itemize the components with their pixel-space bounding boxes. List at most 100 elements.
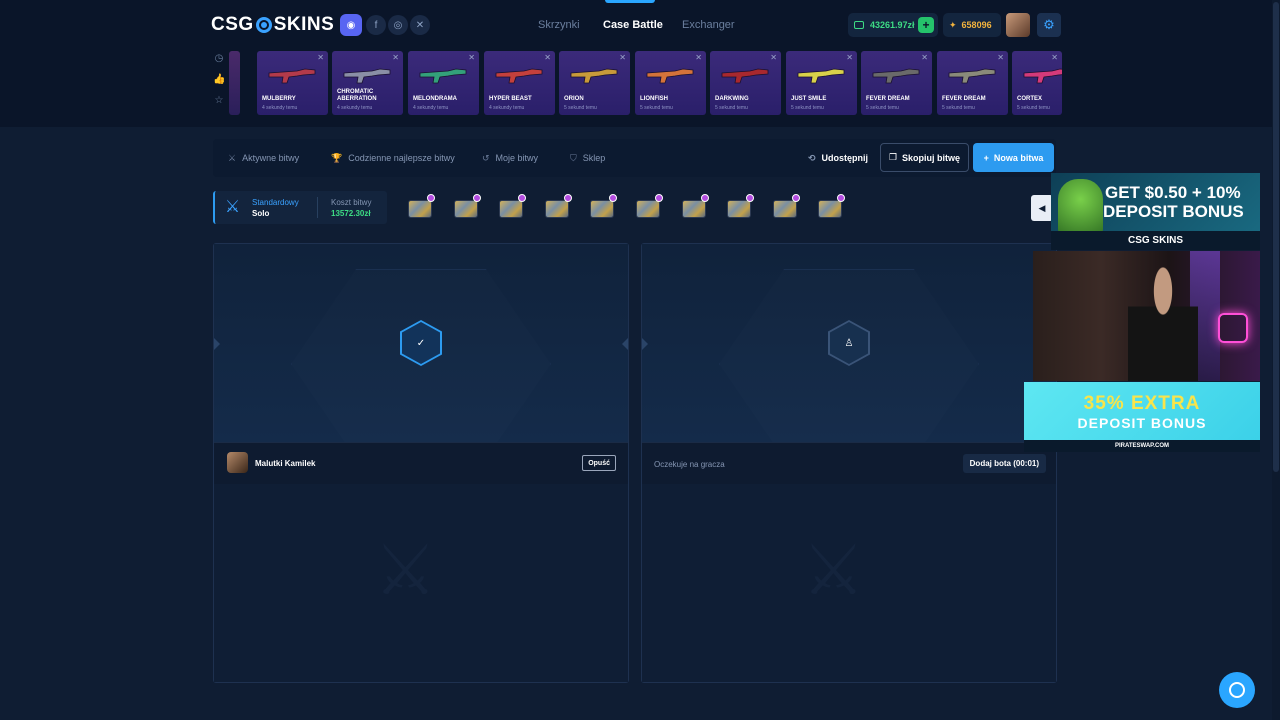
tab-label: Codzienne najlepsze bitwy	[348, 153, 455, 163]
close-icon[interactable]: ✕	[695, 53, 702, 62]
drop-card[interactable]: ✕ FEVER DREAM 5 sekund temu	[861, 51, 932, 115]
nav-exchanger[interactable]: Exchanger	[682, 19, 735, 31]
x-twitter-icon[interactable]: ✕	[410, 15, 430, 35]
drop-skin-name: JUST SMILE	[791, 96, 827, 102]
collapse-arrow-button[interactable]: ◀	[1031, 195, 1053, 221]
gear-icon[interactable]: ⚙	[1037, 13, 1061, 37]
case-item[interactable]	[453, 194, 481, 220]
weapon-image	[419, 68, 467, 84]
copy-battle-button[interactable]: ❐ Skopiuj bitwę	[880, 143, 969, 172]
add-bot-button[interactable]: Dodaj bota (00:01)	[962, 454, 1046, 473]
drop-card[interactable]: ✕ HYPER BEAST 4 sekundy temu	[484, 51, 555, 115]
player-name: Malutki Kamilek	[255, 459, 316, 468]
drop-card[interactable]: ✕ CHROMATIC ABERRATION 4 sekundy temu	[332, 51, 403, 115]
close-icon[interactable]: ✕	[468, 53, 475, 62]
nav-case-battle[interactable]: Case Battle	[603, 19, 663, 31]
drop-time: 5 sekund temu	[564, 105, 597, 111]
case-item[interactable]	[635, 194, 663, 220]
leave-button[interactable]: Opuść	[582, 455, 616, 471]
drop-skin-name: MELONDRAMA	[413, 96, 457, 102]
drop-card[interactable]: ✕ MELONDRAMA 4 sekundy temu	[408, 51, 479, 115]
clock-icon[interactable]: ◷	[213, 53, 225, 74]
close-icon[interactable]: ✕	[544, 53, 551, 62]
close-icon[interactable]: ✕	[392, 53, 399, 62]
star-icon[interactable]: ☆	[213, 95, 225, 116]
close-icon[interactable]: ✕	[1051, 53, 1058, 62]
close-icon[interactable]: ✕	[921, 53, 928, 62]
coins-display[interactable]: ✦ 658096	[943, 13, 1001, 37]
case-image	[590, 200, 615, 218]
slot-1-player-bar: Malutki Kamilek Opuść	[214, 442, 628, 484]
scrollbar[interactable]	[1272, 0, 1280, 720]
tab-my-battles[interactable]: ↺ Moje bitwy	[482, 153, 538, 164]
case-item[interactable]	[817, 194, 846, 220]
case-item[interactable]	[544, 194, 572, 220]
user-avatar[interactable]	[1006, 13, 1030, 37]
neon-sign	[1218, 313, 1248, 343]
discord-icon[interactable]: ◉	[340, 14, 362, 36]
case-badge	[791, 194, 800, 202]
chat-bubble-icon[interactable]	[1219, 672, 1255, 708]
case-item[interactable]	[681, 194, 709, 220]
close-icon[interactable]: ✕	[997, 53, 1004, 62]
close-icon[interactable]: ✕	[317, 53, 324, 62]
weapon-image	[343, 68, 391, 84]
tab-active-battles[interactable]: ⚔ Aktywne bitwy	[228, 153, 299, 164]
case-item[interactable]	[772, 194, 800, 220]
nav-cases[interactable]: Skrzynki	[538, 19, 580, 31]
slot-2-drops: ⚔	[642, 484, 1056, 682]
weapon-image	[1023, 68, 1062, 84]
drop-card[interactable]: ✕ MULBERRY 4 sekundy temu	[257, 51, 328, 115]
tab-shop[interactable]: ⛉ Sklep	[570, 153, 605, 164]
weapon-image	[872, 68, 920, 84]
facebook-icon[interactable]: f	[366, 15, 386, 35]
drop-card[interactable]: ✕ CORTEX 5 sekund temu	[1012, 51, 1062, 115]
balance-value: 43261.97zł	[870, 20, 915, 30]
drop-card[interactable]: ✕ ORION 5 sekund temu	[559, 51, 630, 115]
waiting-text: Oczekuje na gracza	[654, 460, 725, 469]
drop-skin-name: ORION	[564, 96, 584, 102]
case-item[interactable]	[498, 194, 527, 220]
instagram-icon[interactable]: ◎	[388, 15, 408, 35]
balance-display[interactable]: 43261.97zł +	[848, 13, 938, 37]
case-badge	[700, 194, 709, 202]
close-icon[interactable]: ✕	[846, 53, 853, 62]
case-item[interactable]	[726, 194, 755, 220]
drop-card[interactable]: ✕ DARKWING 5 sekund temu	[710, 51, 781, 115]
case-item[interactable]	[589, 194, 618, 220]
drop-card[interactable]: ✕ LIONFISH 5 sekund temu	[635, 51, 706, 115]
new-battle-button[interactable]: + Nowa bitwa	[973, 143, 1054, 172]
basket-icon: ⛉	[570, 153, 577, 163]
swords-icon: ⚔	[228, 153, 237, 163]
close-icon[interactable]: ✕	[619, 53, 626, 62]
case-item[interactable]	[407, 194, 435, 220]
drop-time: 5 sekund temu	[866, 105, 899, 111]
drop-time: 4 sekundy temu	[337, 105, 373, 111]
weapon-image	[797, 68, 845, 84]
drop-time: 5 sekund temu	[942, 105, 975, 111]
drop-card[interactable]: ✕ FEVER DREAM 5 sekund temu	[937, 51, 1008, 115]
tab-daily-best[interactable]: 🏆 Codzienne najlepsze bitwy	[331, 153, 455, 164]
mascot-image	[1058, 179, 1103, 237]
player-slot-2: ♙ Oczekuje na gracza Dodaj bota (00:01) …	[641, 243, 1057, 683]
drop-time: 5 sekund temu	[791, 105, 824, 111]
ad2-line-2: DEPOSIT BONUS	[1077, 415, 1207, 431]
drop-card[interactable]: ✕ JUST SMILE 5 sekund temu	[786, 51, 857, 115]
tab-label: Aktywne bitwy	[242, 153, 300, 163]
case-badge	[609, 194, 618, 202]
crossed-swords-icon: ⚔	[225, 197, 241, 216]
player-avatar	[227, 452, 248, 473]
share-button[interactable]: ⟲ Udostępnij	[808, 153, 868, 164]
weapon-image	[268, 68, 316, 84]
thumbs-up-icon[interactable]: 👍	[213, 74, 225, 95]
share-icon: ⟲	[808, 153, 816, 163]
logo[interactable]: CSG SKINS	[211, 14, 334, 36]
close-icon[interactable]: ✕	[770, 53, 777, 62]
cost-label: Koszt bitwy	[331, 198, 372, 207]
mode-value: Solo	[252, 209, 270, 218]
drop-skin-name: FEVER DREAM	[942, 96, 986, 102]
deposit-plus-button[interactable]: +	[918, 17, 934, 33]
case-image	[408, 200, 432, 218]
scrollbar-thumb[interactable]	[1273, 2, 1279, 472]
slot-1-arena: ✓	[214, 244, 628, 459]
